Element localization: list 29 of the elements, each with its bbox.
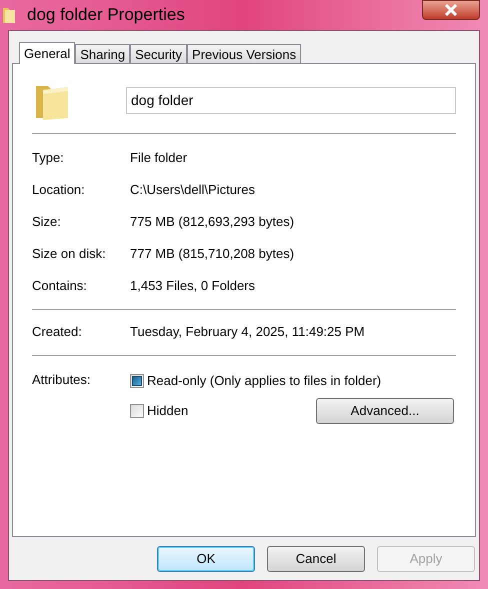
field-label: Contains:	[32, 277, 88, 296]
field-value: 1,453 Files, 0 Folders	[130, 277, 256, 296]
tab[interactable]: Security	[130, 44, 188, 63]
folder-icon	[2, 6, 16, 24]
field-label: Type:	[32, 149, 65, 168]
field-value: 775 MB (812,693,293 bytes)	[130, 213, 294, 232]
name-field[interactable]: dog folder	[126, 86, 456, 114]
field-label: Created:	[32, 323, 83, 342]
close-icon	[444, 4, 458, 16]
tab[interactable]: Previous Versions	[187, 44, 302, 63]
dialog-button[interactable]: Cancel	[267, 546, 365, 572]
tab[interactable]: Sharing	[75, 44, 130, 63]
close-button[interactable]	[422, 0, 480, 20]
field-label: Size:	[32, 213, 62, 232]
checkbox-label: Read-only (Only applies to files in folder)	[147, 372, 382, 390]
dialog-button[interactable]: OK	[157, 546, 255, 572]
advanced-button[interactable]: Advanced...	[316, 398, 454, 424]
field-label: Size on disk:	[32, 245, 107, 264]
tab[interactable]: General	[19, 42, 76, 64]
field-label: Attributes:	[32, 371, 92, 389]
checkbox[interactable]	[130, 404, 144, 418]
window-title: dog folder Properties	[27, 4, 185, 26]
checkbox-label: Hidden	[147, 402, 188, 420]
field-value: Tuesday, February 4, 2025, 11:49:25 PM	[130, 323, 365, 342]
field-label: Location:	[32, 181, 86, 200]
field-value: File folder	[130, 149, 188, 168]
field-value: 777 MB (815,710,208 bytes)	[130, 245, 294, 264]
checkbox[interactable]	[130, 374, 144, 388]
field-value: C:\Users\dell\Pictures	[130, 181, 255, 200]
